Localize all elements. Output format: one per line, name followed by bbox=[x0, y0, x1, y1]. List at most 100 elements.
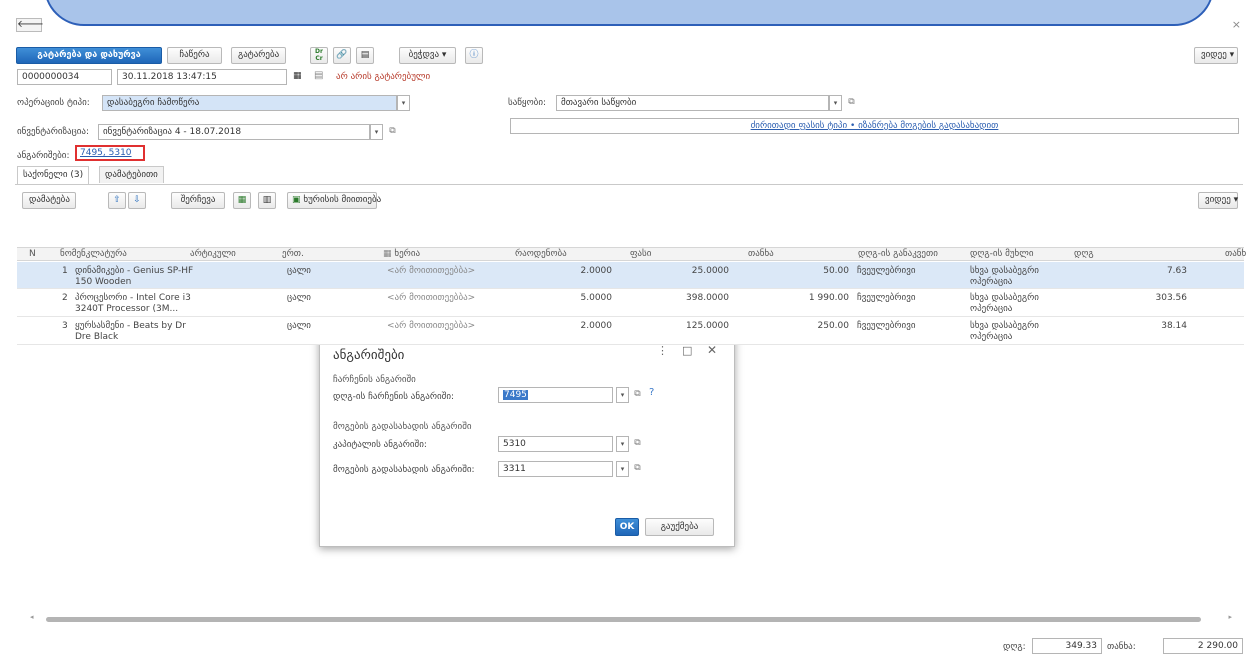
accounts-link[interactable]: 7495, 5310 bbox=[75, 145, 145, 161]
cancel-button[interactable]: გაუქმება bbox=[645, 518, 714, 536]
capital-account-open-icon[interactable]: ⧉ bbox=[631, 436, 644, 452]
scrollbar-thumb[interactable] bbox=[46, 617, 1201, 622]
scroll-left-icon[interactable]: ◂ bbox=[30, 613, 34, 621]
back-button[interactable]: 🡐 bbox=[16, 18, 44, 32]
table-row-2[interactable]: 2 პროცესორი - Intel Core i3 3240T Proces… bbox=[17, 289, 1244, 317]
series-col-icon: ▦ bbox=[383, 249, 392, 259]
tab-divider bbox=[15, 184, 1243, 185]
table-header: N ნომენკლატურა არტიკული ერთ. ▦ ხერია რაო… bbox=[17, 247, 1246, 261]
row-name: პროცესორი - Intel Core i3 3240T Processo… bbox=[75, 293, 191, 314]
tab-additional[interactable]: დამატებითი bbox=[99, 166, 164, 183]
row-name: დინამიკები - Genius SP-HF 150 Wooden bbox=[75, 266, 194, 287]
window-close-icon[interactable]: × bbox=[1232, 18, 1241, 31]
dialog-maximize-icon[interactable]: □ bbox=[682, 344, 692, 357]
attach-icon[interactable]: 🔗 bbox=[333, 47, 351, 64]
row-number: 1 bbox=[62, 266, 68, 276]
profit-tax-field[interactable]: 3311 bbox=[498, 461, 613, 477]
fill-button[interactable]: შერჩევა bbox=[171, 192, 225, 209]
series-label: ხურისის მიითიება bbox=[303, 195, 382, 205]
operation-type-dropdown-icon[interactable]: ▾ bbox=[397, 95, 410, 111]
row-sum: 1 990.00 bbox=[808, 293, 849, 303]
dialog-close-icon[interactable]: ✕ bbox=[707, 343, 717, 357]
row-name: ყურსასმენი - Beats by Dr Dre Black bbox=[75, 321, 186, 342]
col-nomenclature[interactable]: ნომენკლატურა bbox=[60, 249, 127, 259]
post-and-close-button[interactable]: გატარება და დახურვა bbox=[16, 47, 162, 64]
add-row-button[interactable]: დამატება bbox=[22, 192, 76, 209]
vat-writeoff-dropdown-icon[interactable]: ▾ bbox=[616, 387, 629, 403]
row-sum: 50.00 bbox=[823, 266, 849, 276]
status-text: არ არის გატარებული bbox=[336, 72, 431, 82]
info-icon[interactable]: ⓘ bbox=[465, 47, 483, 64]
calendar-icon[interactable]: ▦ bbox=[293, 71, 302, 81]
col-unit[interactable]: ერთ. bbox=[282, 249, 304, 259]
profit-tax-dropdown-icon[interactable]: ▾ bbox=[616, 461, 629, 477]
col-n[interactable]: N bbox=[29, 249, 36, 259]
warehouse-dropdown-icon[interactable]: ▾ bbox=[829, 95, 842, 111]
dr-cr-button[interactable]: Dr Cr bbox=[310, 47, 328, 64]
print-dropdown-button[interactable]: ბეჭდვა ▾ bbox=[399, 47, 456, 64]
warehouse-open-icon[interactable]: ⧉ bbox=[845, 95, 858, 111]
help-icon[interactable]: ? bbox=[649, 387, 654, 398]
row-series: <არ მოითითეებბა> bbox=[387, 321, 476, 331]
move-down-icon[interactable]: ⇩ bbox=[128, 192, 146, 209]
row-price: 398.0000 bbox=[686, 293, 729, 303]
row-series: <არ მოითითეებბა> bbox=[387, 266, 476, 276]
tab-goods[interactable]: საქონელი (3) bbox=[17, 166, 90, 184]
row-unit: ცალი bbox=[287, 293, 311, 303]
col-vat-rate[interactable]: დღგ-ის განაკვეთი bbox=[858, 249, 938, 259]
more-button[interactable]: ვიდეე ▾ bbox=[1194, 47, 1238, 64]
scroll-right-icon[interactable]: ▸ bbox=[1228, 613, 1232, 621]
inventory-field[interactable]: ინვენტარიზაცია 4 - 18.07.2018 bbox=[98, 124, 370, 140]
row-qty: 2.0000 bbox=[580, 321, 613, 331]
series-button[interactable]: ▣ ხურისის მიითიება bbox=[287, 192, 381, 209]
table-row-3[interactable]: 3 ყურსასმენი - Beats by Dr Dre Black ცალ… bbox=[17, 317, 1244, 345]
inventory-dropdown-icon[interactable]: ▾ bbox=[370, 124, 383, 140]
table-more-button[interactable]: ვიდეე ▾ bbox=[1198, 192, 1238, 209]
table-fill-icon[interactable]: ▦ bbox=[233, 192, 251, 209]
price-type-link-box[interactable]: ძირითადი ფასის ტიპი • იზანრება მოგების გ… bbox=[510, 118, 1239, 134]
table-row-1[interactable]: 1 დინამიკები - Genius SP-HF 150 Wooden ც… bbox=[17, 262, 1244, 289]
vat-writeoff-label: დღგ-ის ჩარჩენის ანგარიში: bbox=[333, 392, 455, 402]
report-icon[interactable]: ▤ bbox=[356, 47, 374, 64]
col-vat[interactable]: დღგ bbox=[1074, 249, 1094, 259]
warehouse-field[interactable]: მთავარი საწყობი bbox=[556, 95, 829, 111]
row-vat-rate: ჩვეულებრივი bbox=[857, 321, 916, 331]
row-number: 2 bbox=[62, 293, 68, 303]
profit-tax-open-icon[interactable]: ⧉ bbox=[631, 461, 644, 477]
col-total[interactable]: თანხ bbox=[1225, 249, 1246, 259]
ok-button[interactable]: OK bbox=[615, 518, 639, 536]
row-price: 125.0000 bbox=[686, 321, 729, 331]
row-unit: ცალი bbox=[287, 266, 311, 276]
vat-writeoff-field[interactable]: 7495 bbox=[498, 387, 613, 403]
col-qty[interactable]: რაოდენობა bbox=[515, 249, 567, 259]
vat-writeoff-open-icon[interactable]: ⧉ bbox=[631, 387, 644, 403]
post-button[interactable]: გატარება bbox=[231, 47, 286, 64]
horizontal-scrollbar[interactable]: ◂ ▸ bbox=[30, 613, 1232, 623]
capital-account-dropdown-icon[interactable]: ▾ bbox=[616, 436, 629, 452]
inventory-open-icon[interactable]: ⧉ bbox=[386, 124, 399, 140]
col-article[interactable]: არტიკული bbox=[190, 249, 236, 259]
inventory-label: ინვენტარიზაცია: bbox=[17, 127, 90, 137]
footer-total-label: თანხა: bbox=[1107, 642, 1136, 652]
row-vat-rate: ჩვეულებრივი bbox=[857, 266, 916, 276]
col-price[interactable]: ფასი bbox=[630, 249, 651, 259]
save-button[interactable]: ჩაწერა bbox=[167, 47, 222, 64]
row-series: <არ მოითითეებბა> bbox=[387, 293, 476, 303]
doc-date-field[interactable]: 30.11.2018 13:47:15 bbox=[117, 69, 287, 85]
col-series[interactable]: ▦ ხერია bbox=[383, 249, 420, 259]
operation-type-label: ოპერაციის ტიპი: bbox=[17, 98, 90, 108]
price-type-link[interactable]: ძირითადი ფასის ტიპი • იზანრება მოგების გ… bbox=[751, 121, 999, 131]
capital-account-field[interactable]: 5310 bbox=[498, 436, 613, 452]
top-callout-banner bbox=[44, 0, 1214, 26]
dialog-title: ანგარიშები bbox=[333, 348, 405, 363]
row-vat: 7.63 bbox=[1166, 266, 1187, 276]
move-up-icon[interactable]: ⇧ bbox=[108, 192, 126, 209]
col-vat-item[interactable]: დღგ-ის მუხლი bbox=[970, 249, 1033, 259]
footer-vat-value: 349.33 bbox=[1032, 638, 1102, 654]
operation-type-field[interactable]: დასაბეგრი ჩამოწერა bbox=[102, 95, 397, 111]
warehouse-label: საწყობი: bbox=[508, 98, 547, 108]
dialog-menu-icon[interactable]: ⋮ bbox=[657, 344, 668, 357]
doc-number-field[interactable]: 0000000034 bbox=[17, 69, 112, 85]
col-sum[interactable]: თანხა bbox=[748, 249, 774, 259]
barcode-icon[interactable]: ▥ bbox=[258, 192, 276, 209]
